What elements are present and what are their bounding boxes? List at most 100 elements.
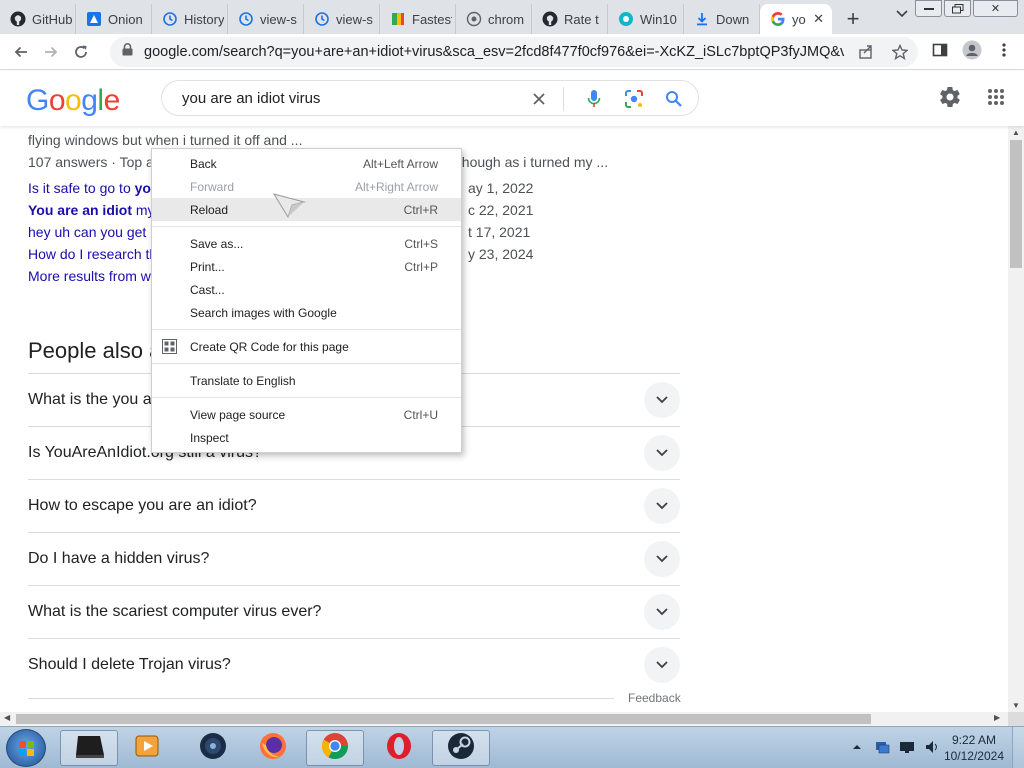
result-link[interactable]: hey uh can you get r: [28, 224, 155, 240]
menu-item-cast[interactable]: Cast...: [152, 278, 461, 301]
onion-icon: [86, 11, 102, 27]
history-icon: [162, 11, 178, 27]
chevron-down-icon[interactable]: [644, 541, 680, 577]
google-logo[interactable]: Google: [26, 84, 120, 118]
menu-item-translate[interactable]: Translate to English: [152, 369, 461, 392]
show-desktop-button[interactable]: [1012, 727, 1024, 768]
scroll-thumb[interactable]: [1010, 140, 1022, 268]
tab-label: view-s: [336, 11, 373, 27]
profile-avatar-icon[interactable]: [962, 40, 982, 60]
related-result[interactable]: How do I research th y 23, 2024: [28, 246, 533, 262]
menu-item-back[interactable]: Back Alt+Left Arrow: [152, 152, 461, 175]
scroll-up-arrow-icon[interactable]: ▲: [1012, 128, 1020, 137]
tab-search-chevron-icon[interactable]: [896, 7, 908, 21]
network-icon[interactable]: [874, 739, 890, 755]
result-link[interactable]: Is it safe to go to yo: [28, 180, 151, 196]
lens-search-icon[interactable]: [624, 89, 644, 109]
chevron-down-icon[interactable]: [644, 435, 680, 471]
tab-label: GitHub: [32, 11, 72, 27]
tab-view-source-2[interactable]: view-s: [304, 4, 380, 34]
shortcut-label: Ctrl+U: [403, 407, 438, 422]
paa-question[interactable]: What is the scariest computer virus ever…: [28, 585, 680, 638]
horizontal-scrollbar[interactable]: ◀ ▶: [0, 712, 1008, 726]
taskbar-terminal[interactable]: [60, 730, 118, 766]
taskbar-app[interactable]: [184, 730, 242, 766]
search-icon[interactable]: [664, 89, 684, 109]
system-clock[interactable]: 9:22 AM 10/12/2024: [944, 732, 1004, 764]
history-icon: [238, 11, 254, 27]
search-box[interactable]: you are an idiot virus: [161, 80, 699, 116]
new-tab-button[interactable]: +: [838, 4, 868, 34]
voice-search-icon[interactable]: [584, 89, 604, 109]
close-window-button[interactable]: ✕: [973, 0, 1018, 17]
minimize-button[interactable]: [915, 0, 942, 17]
result-date: y 23, 2024: [468, 246, 534, 262]
paa-question[interactable]: Should I delete Trojan virus?: [28, 638, 680, 691]
volume-icon[interactable]: [924, 739, 940, 755]
show-hidden-icons-icon[interactable]: [849, 739, 865, 755]
menu-item-search-images[interactable]: Search images with Google: [152, 301, 461, 324]
menu-item-forward[interactable]: Forward Alt+Right Arrow: [152, 175, 461, 198]
clear-search-icon[interactable]: [529, 89, 549, 109]
result-link[interactable]: You are an idiot mys: [28, 202, 162, 218]
related-result[interactable]: You are an idiot mys c 22, 2021: [28, 202, 533, 218]
paa-question[interactable]: Do I have a hidden virus?: [28, 532, 680, 585]
url-text: google.com/search?q=you+are+an+idiot+vir…: [144, 44, 844, 60]
bookmark-star-icon[interactable]: [890, 42, 910, 62]
gear-icon[interactable]: [938, 85, 962, 109]
feedback-link[interactable]: Feedback: [628, 691, 681, 705]
back-button[interactable]: [6, 37, 36, 67]
google-header: Google you are an idiot virus: [0, 71, 1024, 126]
result-link[interactable]: How do I research th: [28, 246, 157, 262]
chevron-down-icon[interactable]: [644, 647, 680, 683]
tab-history[interactable]: History: [152, 4, 228, 34]
menu-item-view-source[interactable]: View page source Ctrl+U: [152, 403, 461, 426]
close-tab-icon[interactable]: ✕: [813, 11, 824, 27]
reload-button[interactable]: [66, 37, 96, 67]
paa-question[interactable]: How to escape you are an idiot?: [28, 479, 680, 532]
tab-github[interactable]: GitHub: [0, 4, 76, 34]
menu-item-create-qr[interactable]: Create QR Code for this page: [152, 335, 461, 358]
restore-button[interactable]: [944, 0, 971, 17]
taskbar-firefox[interactable]: [244, 730, 302, 766]
apps-grid-icon[interactable]: [984, 85, 1008, 109]
chevron-down-icon[interactable]: [644, 382, 680, 418]
related-result[interactable]: Is it safe to go to yo ay 1, 2022: [28, 180, 533, 196]
google-header-right: [916, 85, 1008, 109]
taskbar-media-player[interactable]: [118, 730, 176, 766]
globe-icon: [466, 11, 482, 27]
tab-chrome[interactable]: chrom: [456, 4, 532, 34]
scroll-left-arrow-icon[interactable]: ◀: [4, 713, 10, 722]
tab-rate[interactable]: Rate t: [532, 4, 608, 34]
tab-google-search[interactable]: yo ✕: [760, 4, 832, 34]
address-bar[interactable]: google.com/search?q=you+are+an+idiot+vir…: [110, 37, 918, 67]
vertical-scrollbar[interactable]: ▲ ▼: [1008, 126, 1024, 712]
browser-menu-icon[interactable]: [994, 40, 1014, 60]
tab-fastest[interactable]: Fastest: [380, 4, 456, 34]
tab-view-source-1[interactable]: view-s: [228, 4, 304, 34]
related-result[interactable]: hey uh can you get r t 17, 2021: [28, 224, 530, 240]
menu-item-print[interactable]: Print... Ctrl+P: [152, 255, 461, 278]
taskbar-steam[interactable]: [432, 730, 490, 766]
menu-item-save-as[interactable]: Save as... Ctrl+S: [152, 232, 461, 255]
scroll-down-arrow-icon[interactable]: ▼: [1012, 701, 1020, 710]
chevron-down-icon[interactable]: [644, 488, 680, 524]
tab-win10[interactable]: Win10: [608, 4, 684, 34]
display-icon[interactable]: [899, 739, 915, 755]
taskbar-chrome[interactable]: [306, 730, 364, 766]
taskbar-opera[interactable]: [370, 730, 428, 766]
chevron-down-icon[interactable]: [644, 594, 680, 630]
menu-item-reload[interactable]: Reload Ctrl+R: [152, 198, 461, 221]
share-icon[interactable]: [856, 42, 876, 62]
menu-item-inspect[interactable]: Inspect: [152, 426, 461, 449]
more-results-link[interactable]: More results from w: [28, 268, 151, 284]
side-panel-icon[interactable]: [930, 40, 950, 60]
start-button[interactable]: [6, 729, 46, 767]
scroll-thumb[interactable]: [16, 714, 871, 724]
forward-button[interactable]: [36, 37, 66, 67]
tab-download[interactable]: Down: [684, 4, 760, 34]
scroll-right-arrow-icon[interactable]: ▶: [994, 713, 1000, 722]
tab-onion[interactable]: Onion: [76, 4, 152, 34]
search-input[interactable]: you are an idiot virus: [182, 90, 522, 107]
divider: [563, 87, 564, 111]
